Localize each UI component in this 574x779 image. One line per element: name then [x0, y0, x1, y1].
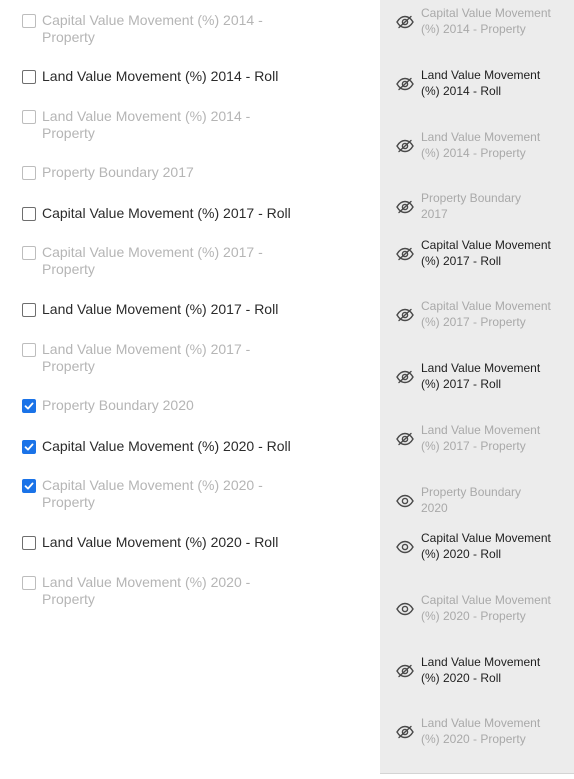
checkbox-checked[interactable]	[22, 440, 36, 454]
layer-label: Land Value Movement (%) 2017 - Property	[421, 423, 541, 453]
eye-off-icon	[396, 725, 414, 738]
layer-checklist-item[interactable]: Capital Value Movement (%) 2017 - Proper…	[22, 244, 322, 278]
checkbox-unchecked[interactable]	[22, 303, 36, 317]
eye-off-icon	[396, 139, 414, 152]
layer-visibility-item[interactable]: Land Value Movement (%) 2020 - Property	[380, 716, 574, 747]
layer-visibility-item[interactable]: Capital Value Movement (%) 2017 - Roll	[380, 238, 574, 269]
checklist-item-label: Property Boundary 2017	[42, 164, 194, 180]
layer-label: Capital Value Movement (%) 2017 - Roll	[421, 238, 551, 268]
layer-label: Capital Value Movement (%) 2020 - Proper…	[421, 593, 551, 623]
checkbox-unchecked[interactable]	[22, 536, 36, 550]
layer-visibility-item[interactable]: Land Value Movement (%) 2020 - Roll	[380, 655, 574, 686]
checklist-item-label: Land Value Movement (%) 2014 - Property	[42, 108, 251, 141]
checkbox-unchecked[interactable]	[22, 110, 36, 124]
layer-visibility-item[interactable]: Property Boundary 2017	[380, 191, 574, 222]
layer-label: Land Value Movement (%) 2020 - Roll	[421, 655, 541, 685]
eye-off-icon	[396, 247, 414, 260]
layer-label: Land Value Movement (%) 2020 - Property	[421, 716, 541, 746]
layer-label: Property Boundary 2017	[421, 191, 522, 221]
checklist-item-label: Capital Value Movement (%) 2020 - Roll	[42, 438, 291, 454]
checkbox-checked[interactable]	[22, 399, 36, 413]
checkbox-unchecked[interactable]	[22, 246, 36, 260]
checkbox-checked[interactable]	[22, 479, 36, 493]
layer-visibility-item[interactable]: Capital Value Movement (%) 2017 - Proper…	[380, 299, 574, 330]
layer-visibility-panel: Capital Value Movement (%) 2014 - Proper…	[380, 0, 574, 774]
checklist-item-label: Land Value Movement (%) 2020 - Property	[42, 574, 251, 607]
checklist-item-label: Land Value Movement (%) 2017 - Property	[42, 341, 251, 374]
checklist-item-label: Capital Value Movement (%) 2017 - Roll	[42, 205, 291, 221]
eye-off-icon	[396, 370, 414, 383]
eye-off-icon	[396, 77, 414, 90]
layer-checklist-item[interactable]: Capital Value Movement (%) 2014 - Proper…	[22, 12, 322, 46]
checklist-item-label: Land Value Movement (%) 2017 - Roll	[42, 301, 279, 317]
layer-checklist-item[interactable]: Land Value Movement (%) 2020 - Roll	[22, 534, 322, 551]
layer-checklist-item[interactable]: Land Value Movement (%) 2017 - Property	[22, 341, 322, 375]
eye-icon	[396, 494, 414, 507]
checklist-item-label: Land Value Movement (%) 2020 - Roll	[42, 534, 279, 550]
layer-label: Capital Value Movement (%) 2017 - Proper…	[421, 299, 551, 329]
eye-off-icon	[396, 432, 414, 445]
layer-label: Land Value Movement (%) 2014 - Roll	[421, 68, 541, 98]
layer-visibility-item[interactable]: Land Value Movement (%) 2014 - Property	[380, 130, 574, 161]
eye-off-icon	[396, 200, 414, 213]
layer-label: Property Boundary 2020	[421, 485, 522, 515]
eye-icon	[396, 602, 414, 615]
layer-visibility-item[interactable]: Land Value Movement (%) 2017 - Roll	[380, 361, 574, 392]
layer-checklist-item[interactable]: Capital Value Movement (%) 2020 - Roll	[22, 438, 322, 455]
layer-label: Land Value Movement (%) 2014 - Property	[421, 130, 541, 160]
checkbox-unchecked[interactable]	[22, 343, 36, 357]
layer-checklist-item[interactable]: Property Boundary 2017	[22, 164, 322, 181]
checkmark-icon	[24, 443, 34, 451]
checklist-item-label: Property Boundary 2020	[42, 397, 194, 413]
layer-checklist: Capital Value Movement (%) 2014 - Proper…	[0, 0, 380, 779]
checkmark-icon	[24, 482, 34, 490]
checkbox-unchecked[interactable]	[22, 166, 36, 180]
layer-checklist-item[interactable]: Property Boundary 2020	[22, 397, 322, 414]
checkmark-icon	[24, 402, 34, 410]
layer-visibility-item[interactable]: Capital Value Movement (%) 2020 - Roll	[380, 531, 574, 562]
checklist-item-label: Capital Value Movement (%) 2020 - Proper…	[42, 477, 263, 510]
layer-visibility-item[interactable]: Capital Value Movement (%) 2020 - Proper…	[380, 593, 574, 624]
checkbox-unchecked[interactable]	[22, 576, 36, 590]
eye-off-icon	[396, 308, 414, 321]
layer-label: Land Value Movement (%) 2017 - Roll	[421, 361, 541, 391]
layer-label: Capital Value Movement (%) 2020 - Roll	[421, 531, 551, 561]
checkbox-unchecked[interactable]	[22, 207, 36, 221]
layer-checklist-item[interactable]: Capital Value Movement (%) 2020 - Proper…	[22, 477, 322, 511]
layer-visibility-item[interactable]: Property Boundary 2020	[380, 485, 574, 516]
eye-off-icon	[396, 15, 414, 28]
layer-checklist-item[interactable]: Land Value Movement (%) 2017 - Roll	[22, 301, 322, 318]
eye-off-icon	[396, 664, 414, 677]
layer-picker: Capital Value Movement (%) 2014 - Proper…	[0, 0, 574, 779]
eye-icon	[396, 540, 414, 553]
layer-checklist-item[interactable]: Land Value Movement (%) 2020 - Property	[22, 574, 322, 608]
layer-label: Capital Value Movement (%) 2014 - Proper…	[421, 6, 551, 36]
checklist-item-label: Capital Value Movement (%) 2014 - Proper…	[42, 12, 263, 45]
checklist-item-label: Capital Value Movement (%) 2017 - Proper…	[42, 244, 263, 277]
checkbox-unchecked[interactable]	[22, 14, 36, 28]
layer-checklist-item[interactable]: Land Value Movement (%) 2014 - Property	[22, 108, 322, 142]
checkbox-unchecked[interactable]	[22, 70, 36, 84]
layer-visibility-item[interactable]: Land Value Movement (%) 2014 - Roll	[380, 68, 574, 99]
layer-visibility-item[interactable]: Capital Value Movement (%) 2014 - Proper…	[380, 6, 574, 37]
layer-checklist-item[interactable]: Land Value Movement (%) 2014 - Roll	[22, 68, 322, 85]
layer-visibility-item[interactable]: Land Value Movement (%) 2017 - Property	[380, 423, 574, 454]
layer-checklist-item[interactable]: Capital Value Movement (%) 2017 - Roll	[22, 205, 322, 222]
checklist-item-label: Land Value Movement (%) 2014 - Roll	[42, 68, 279, 84]
